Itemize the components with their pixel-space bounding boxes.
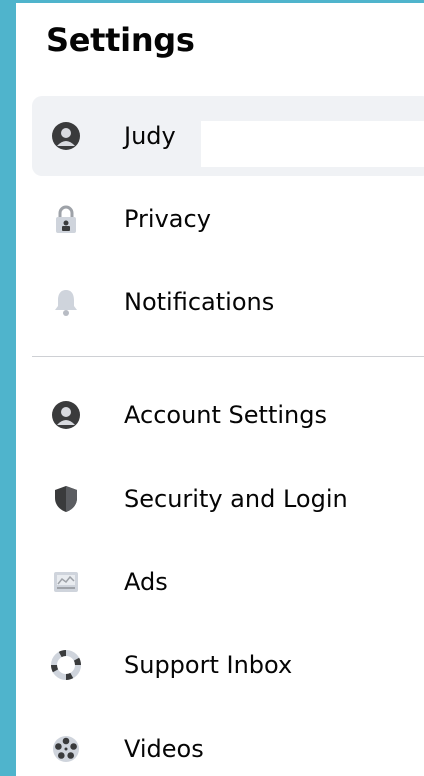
- profile-icon: [48, 118, 84, 154]
- shield-icon: [48, 481, 84, 517]
- menu-item-label: Support Inbox: [124, 651, 293, 679]
- menu-item-label: Account Settings: [124, 401, 327, 429]
- account-icon: [48, 397, 84, 433]
- bell-icon: [48, 284, 84, 320]
- section-divider: [32, 356, 424, 357]
- menu-item-privacy[interactable]: Privacy: [32, 179, 424, 259]
- redaction-box: [201, 121, 424, 167]
- menu-item-label: Ads: [124, 568, 168, 596]
- lock-icon: [48, 201, 84, 237]
- menu-item-security-login[interactable]: Security and Login: [32, 459, 424, 539]
- menu-item-label: Privacy: [124, 205, 211, 233]
- menu-item-label: Security and Login: [124, 485, 348, 513]
- menu-item-label: Notifications: [124, 288, 275, 316]
- page-title: Settings: [46, 21, 195, 59]
- menu-item-ads[interactable]: Ads: [32, 542, 424, 622]
- menu-item-label: Videos: [124, 735, 204, 763]
- menu-item-support-inbox[interactable]: Support Inbox: [32, 625, 424, 705]
- film-reel-icon: [48, 731, 84, 767]
- menu-item-account-settings[interactable]: Account Settings: [32, 375, 424, 455]
- settings-panel: Settings Judy Privacy Notifications Acco…: [16, 3, 424, 776]
- ads-icon: [48, 564, 84, 600]
- menu-item-label: Judy: [124, 122, 176, 150]
- menu-item-videos[interactable]: Videos: [32, 709, 424, 776]
- lifebuoy-icon: [48, 647, 84, 683]
- menu-item-notifications[interactable]: Notifications: [32, 262, 424, 342]
